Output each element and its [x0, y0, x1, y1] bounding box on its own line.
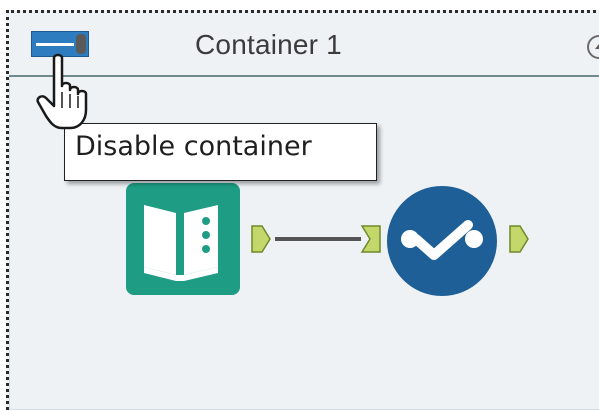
output-anchor-icon-2[interactable] [508, 224, 530, 254]
input-anchor-icon[interactable] [360, 224, 382, 254]
collapse-up-icon[interactable] [587, 35, 599, 59]
hand-pointer-icon [36, 53, 88, 130]
check-tool-icon[interactable] [386, 185, 498, 297]
container-header: Container 1 [9, 13, 599, 77]
output-anchor-icon[interactable] [250, 224, 272, 254]
connection-line[interactable] [275, 237, 361, 241]
tooltip: Disable container [64, 123, 377, 181]
container-title: Container 1 [195, 29, 342, 60]
book-input-tool-icon[interactable] [126, 183, 240, 295]
